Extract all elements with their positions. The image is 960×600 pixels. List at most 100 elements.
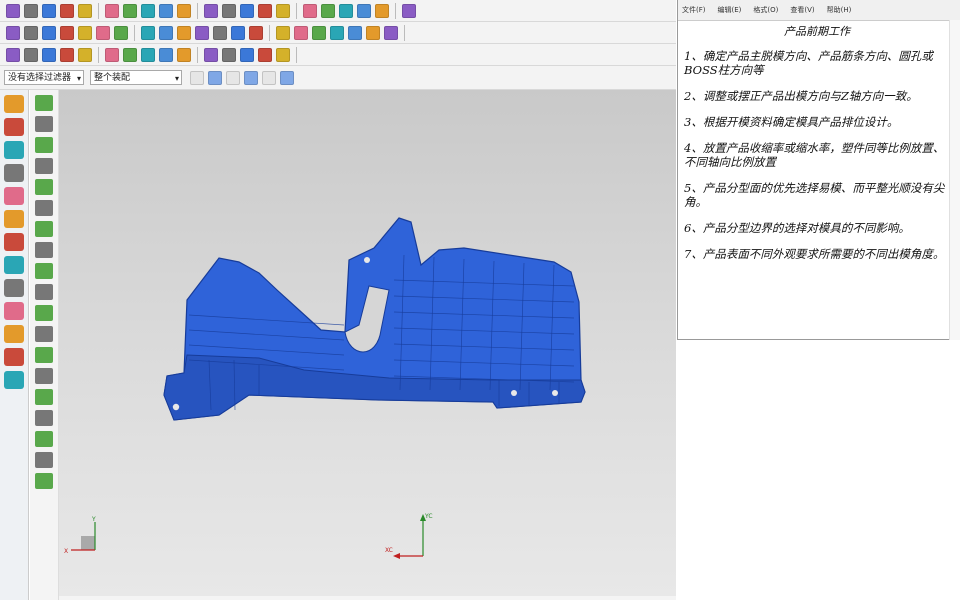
- pattern-icon[interactable]: [213, 25, 227, 40]
- measure-icon[interactable]: [6, 47, 20, 62]
- family-icon[interactable]: [35, 200, 53, 216]
- workpiece-icon[interactable]: [35, 116, 53, 132]
- start-icon[interactable]: [6, 3, 20, 18]
- notepad-window[interactable]: 文件(F) 编辑(E) 格式(O) 查看(V) 帮助(H) 产品前期工作 1、确定产品主…: [677, 0, 960, 340]
- part-nav-icon[interactable]: [4, 118, 24, 136]
- lifter-icon[interactable]: [240, 47, 254, 62]
- csys-icon[interactable]: [35, 137, 53, 153]
- curve-icon[interactable]: [24, 25, 38, 40]
- layout-icon[interactable]: [35, 179, 53, 195]
- electrode-icon[interactable]: [35, 326, 53, 342]
- graphics-window[interactable]: Y X YC XC: [59, 90, 676, 600]
- wireframe-icon[interactable]: [339, 3, 353, 18]
- assembly-nav-icon[interactable]: [4, 141, 24, 159]
- roles-icon[interactable]: [4, 256, 24, 274]
- notepad-menu-item[interactable]: 查看(V): [790, 5, 814, 15]
- history-icon[interactable]: [4, 233, 24, 251]
- hole-icon[interactable]: [78, 25, 92, 40]
- blend-icon[interactable]: [114, 25, 128, 40]
- constraint-icon[interactable]: [4, 164, 24, 182]
- color-icon[interactable]: [60, 47, 74, 62]
- boss-icon[interactable]: [96, 25, 110, 40]
- init-project-icon[interactable]: [35, 95, 53, 111]
- notepad-text[interactable]: 产品前期工作 1、确定产品主脱模方向、产品筋条方向、圆孔或BOSS柱方向等 2、调…: [678, 21, 960, 261]
- parting-icon[interactable]: [204, 47, 218, 62]
- notepad-scrollbar[interactable]: [949, 20, 960, 340]
- box-view-icon[interactable]: [240, 3, 254, 18]
- layer-icon[interactable]: [78, 47, 92, 62]
- selection-scope-combo[interactable]: 整个装配 ▾: [90, 70, 182, 85]
- insert-icon[interactable]: [258, 47, 272, 62]
- snap-center-icon[interactable]: [226, 70, 240, 85]
- cavity-icon[interactable]: [35, 221, 53, 237]
- paint-icon[interactable]: [303, 3, 317, 18]
- draft-icon[interactable]: [177, 25, 191, 40]
- section-icon[interactable]: [42, 47, 56, 62]
- refresh-icon[interactable]: [141, 3, 155, 18]
- notepad-menu-item[interactable]: 帮助(H): [827, 5, 852, 15]
- delete-icon[interactable]: [35, 452, 53, 468]
- drawing-icon[interactable]: [35, 368, 53, 384]
- replace-face-icon[interactable]: [123, 47, 137, 62]
- shrink-icon[interactable]: [35, 158, 53, 174]
- select-icon[interactable]: [6, 25, 20, 40]
- delete-face-icon[interactable]: [141, 47, 155, 62]
- thicken-icon[interactable]: [330, 25, 344, 40]
- snap-quadrant-icon[interactable]: [262, 70, 276, 85]
- cube-icon[interactable]: [357, 3, 371, 18]
- notepad-menu-item[interactable]: 文件(F): [682, 5, 706, 15]
- model-canvas[interactable]: Y X YC XC: [59, 90, 676, 600]
- mold-base-icon[interactable]: [35, 242, 53, 258]
- print-icon[interactable]: [4, 348, 24, 366]
- intersect-icon[interactable]: [294, 25, 308, 40]
- notepad-menu-item[interactable]: 编辑(E): [718, 5, 742, 15]
- save-icon[interactable]: [60, 3, 74, 18]
- rotate-icon[interactable]: [258, 3, 272, 18]
- chamfer-icon[interactable]: [141, 25, 155, 40]
- rib-icon[interactable]: [384, 25, 398, 40]
- snap-point-icon[interactable]: [244, 70, 258, 85]
- slider-icon[interactable]: [222, 47, 236, 62]
- mirror-icon[interactable]: [231, 25, 245, 40]
- undo-icon[interactable]: [105, 3, 119, 18]
- system-materials-icon[interactable]: [4, 279, 24, 297]
- pan-icon[interactable]: [276, 3, 290, 18]
- grid-icon[interactable]: [177, 3, 191, 18]
- offset-icon[interactable]: [312, 25, 326, 40]
- move-face-icon[interactable]: [105, 47, 119, 62]
- cut-icon[interactable]: [78, 3, 92, 18]
- zoom-icon[interactable]: [222, 3, 236, 18]
- notepad-menu-item[interactable]: 格式(O): [753, 5, 778, 15]
- pocket-icon[interactable]: [35, 410, 53, 426]
- open-folder-icon[interactable]: [42, 3, 56, 18]
- settings-icon[interactable]: [4, 95, 24, 113]
- cleanup-icon[interactable]: [35, 473, 53, 489]
- palette-icon[interactable]: [4, 325, 24, 343]
- ejector-icon[interactable]: [35, 284, 53, 300]
- trim-tool-icon[interactable]: [35, 389, 53, 405]
- mold-tool-icon[interactable]: [177, 47, 191, 62]
- reuse-library-icon[interactable]: [4, 187, 24, 205]
- trim-icon[interactable]: [195, 25, 209, 40]
- standard-part-icon[interactable]: [35, 263, 53, 279]
- fit-view-icon[interactable]: [204, 3, 218, 18]
- view-manager-icon[interactable]: [35, 431, 53, 447]
- line-tool-icon[interactable]: [402, 3, 416, 18]
- sketch-icon[interactable]: [159, 3, 173, 18]
- emboss-icon[interactable]: [366, 25, 380, 40]
- bom-icon[interactable]: [35, 347, 53, 363]
- redo-icon[interactable]: [123, 3, 137, 18]
- type-filter-combo[interactable]: 没有选择过滤器 ▾: [4, 70, 84, 85]
- sweep-icon[interactable]: [348, 25, 362, 40]
- split-body-icon[interactable]: [159, 47, 173, 62]
- mold-part-model[interactable]: [163, 217, 586, 421]
- help-icon[interactable]: [4, 371, 24, 389]
- sprue-icon[interactable]: [276, 47, 290, 62]
- snap-mid-icon[interactable]: [208, 70, 222, 85]
- cooling-icon[interactable]: [35, 305, 53, 321]
- new-file-icon[interactable]: [24, 3, 38, 18]
- snap-intersect-icon[interactable]: [280, 70, 294, 85]
- analyze-icon[interactable]: [24, 47, 38, 62]
- snap-end-icon[interactable]: [190, 70, 204, 85]
- unite-icon[interactable]: [249, 25, 263, 40]
